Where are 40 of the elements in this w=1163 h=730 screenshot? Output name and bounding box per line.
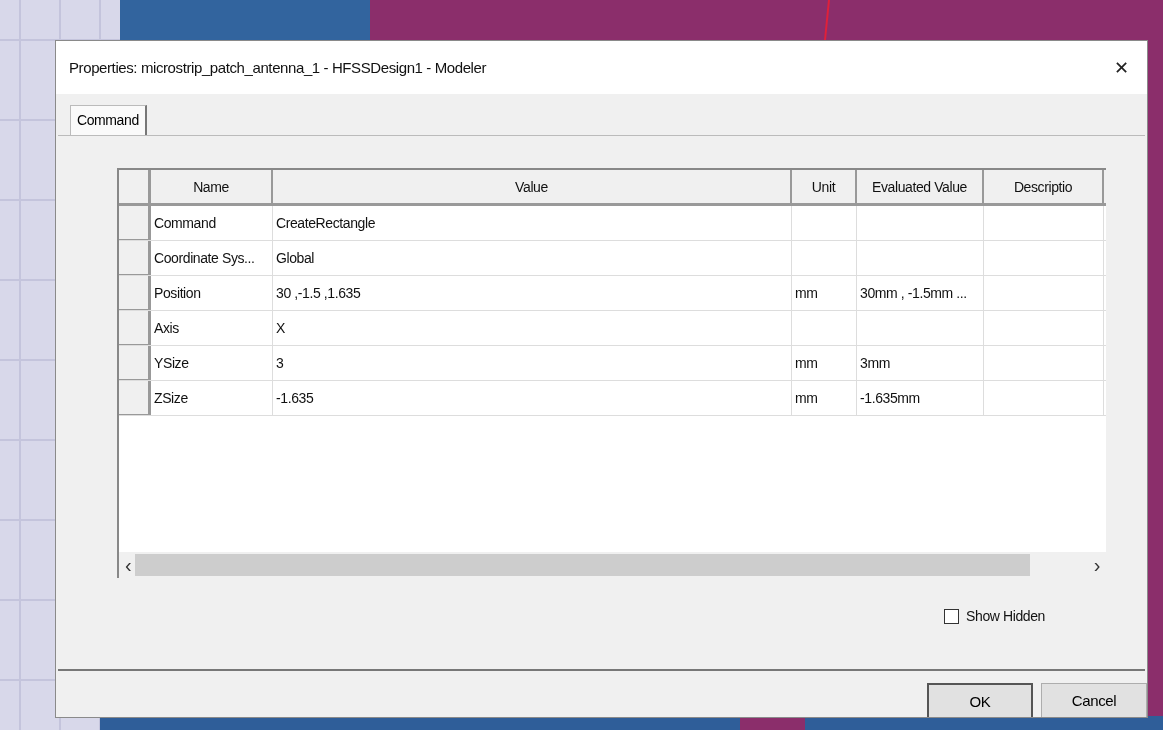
column-header[interactable]: Unit <box>792 170 857 203</box>
table-cell: 3mm <box>860 355 890 371</box>
window-title: Properties: microstrip_patch_antenna_1 - HFSSDesign1 - Modeler <box>69 59 487 76</box>
row-header[interactable] <box>119 346 151 380</box>
scroll-right-button[interactable]: › <box>1093 555 1100 575</box>
table-cell: -1.635mm <box>860 390 920 406</box>
dialog-button[interactable]: OK <box>927 683 1033 717</box>
row-header[interactable] <box>119 241 151 275</box>
row-header[interactable] <box>119 311 151 345</box>
column-header[interactable]: Evaluated Value <box>857 170 984 203</box>
column-header[interactable]: Name <box>151 170 273 203</box>
scroll-left-button[interactable]: ‹ <box>125 555 132 575</box>
column-header[interactable]: Descriptio <box>984 170 1104 203</box>
table-cell: Coordinate Sys... <box>154 250 255 266</box>
table-cell: ZSize <box>154 390 188 406</box>
table-cell: 30 ,-1.5 ,1.635 <box>276 285 361 301</box>
table-cell: -1.635 <box>276 390 314 406</box>
table-cell: 3 <box>276 355 284 371</box>
table-cell: mm <box>795 355 818 371</box>
tab[interactable]: Command <box>70 105 147 135</box>
close-button[interactable]: ✕ <box>1107 55 1135 80</box>
row-header[interactable] <box>119 276 151 310</box>
row-header[interactable] <box>119 381 151 415</box>
dialog-button[interactable]: Cancel <box>1041 683 1147 717</box>
checkbox-label[interactable]: Show Hidden <box>966 608 1045 624</box>
row-header[interactable] <box>119 206 151 240</box>
scrollbar-thumb[interactable] <box>135 554 1030 576</box>
horizontal-scrollbar[interactable]: ‹ › <box>119 552 1106 578</box>
table-cell: 30mm , -1.5mm ... <box>860 285 967 301</box>
column-header[interactable]: Value <box>273 170 792 203</box>
table-cell: X <box>276 320 285 336</box>
checkbox[interactable] <box>944 608 960 624</box>
table-cell: mm <box>795 285 818 301</box>
table-cell: YSize <box>154 355 189 371</box>
table-cell: Position <box>154 285 201 301</box>
table-cell: Global <box>276 250 315 266</box>
table-cell: Axis <box>154 320 179 336</box>
table-cell: Command <box>154 215 216 231</box>
table-cell: CreateRectangle <box>276 215 376 231</box>
table-cell: mm <box>795 390 818 406</box>
